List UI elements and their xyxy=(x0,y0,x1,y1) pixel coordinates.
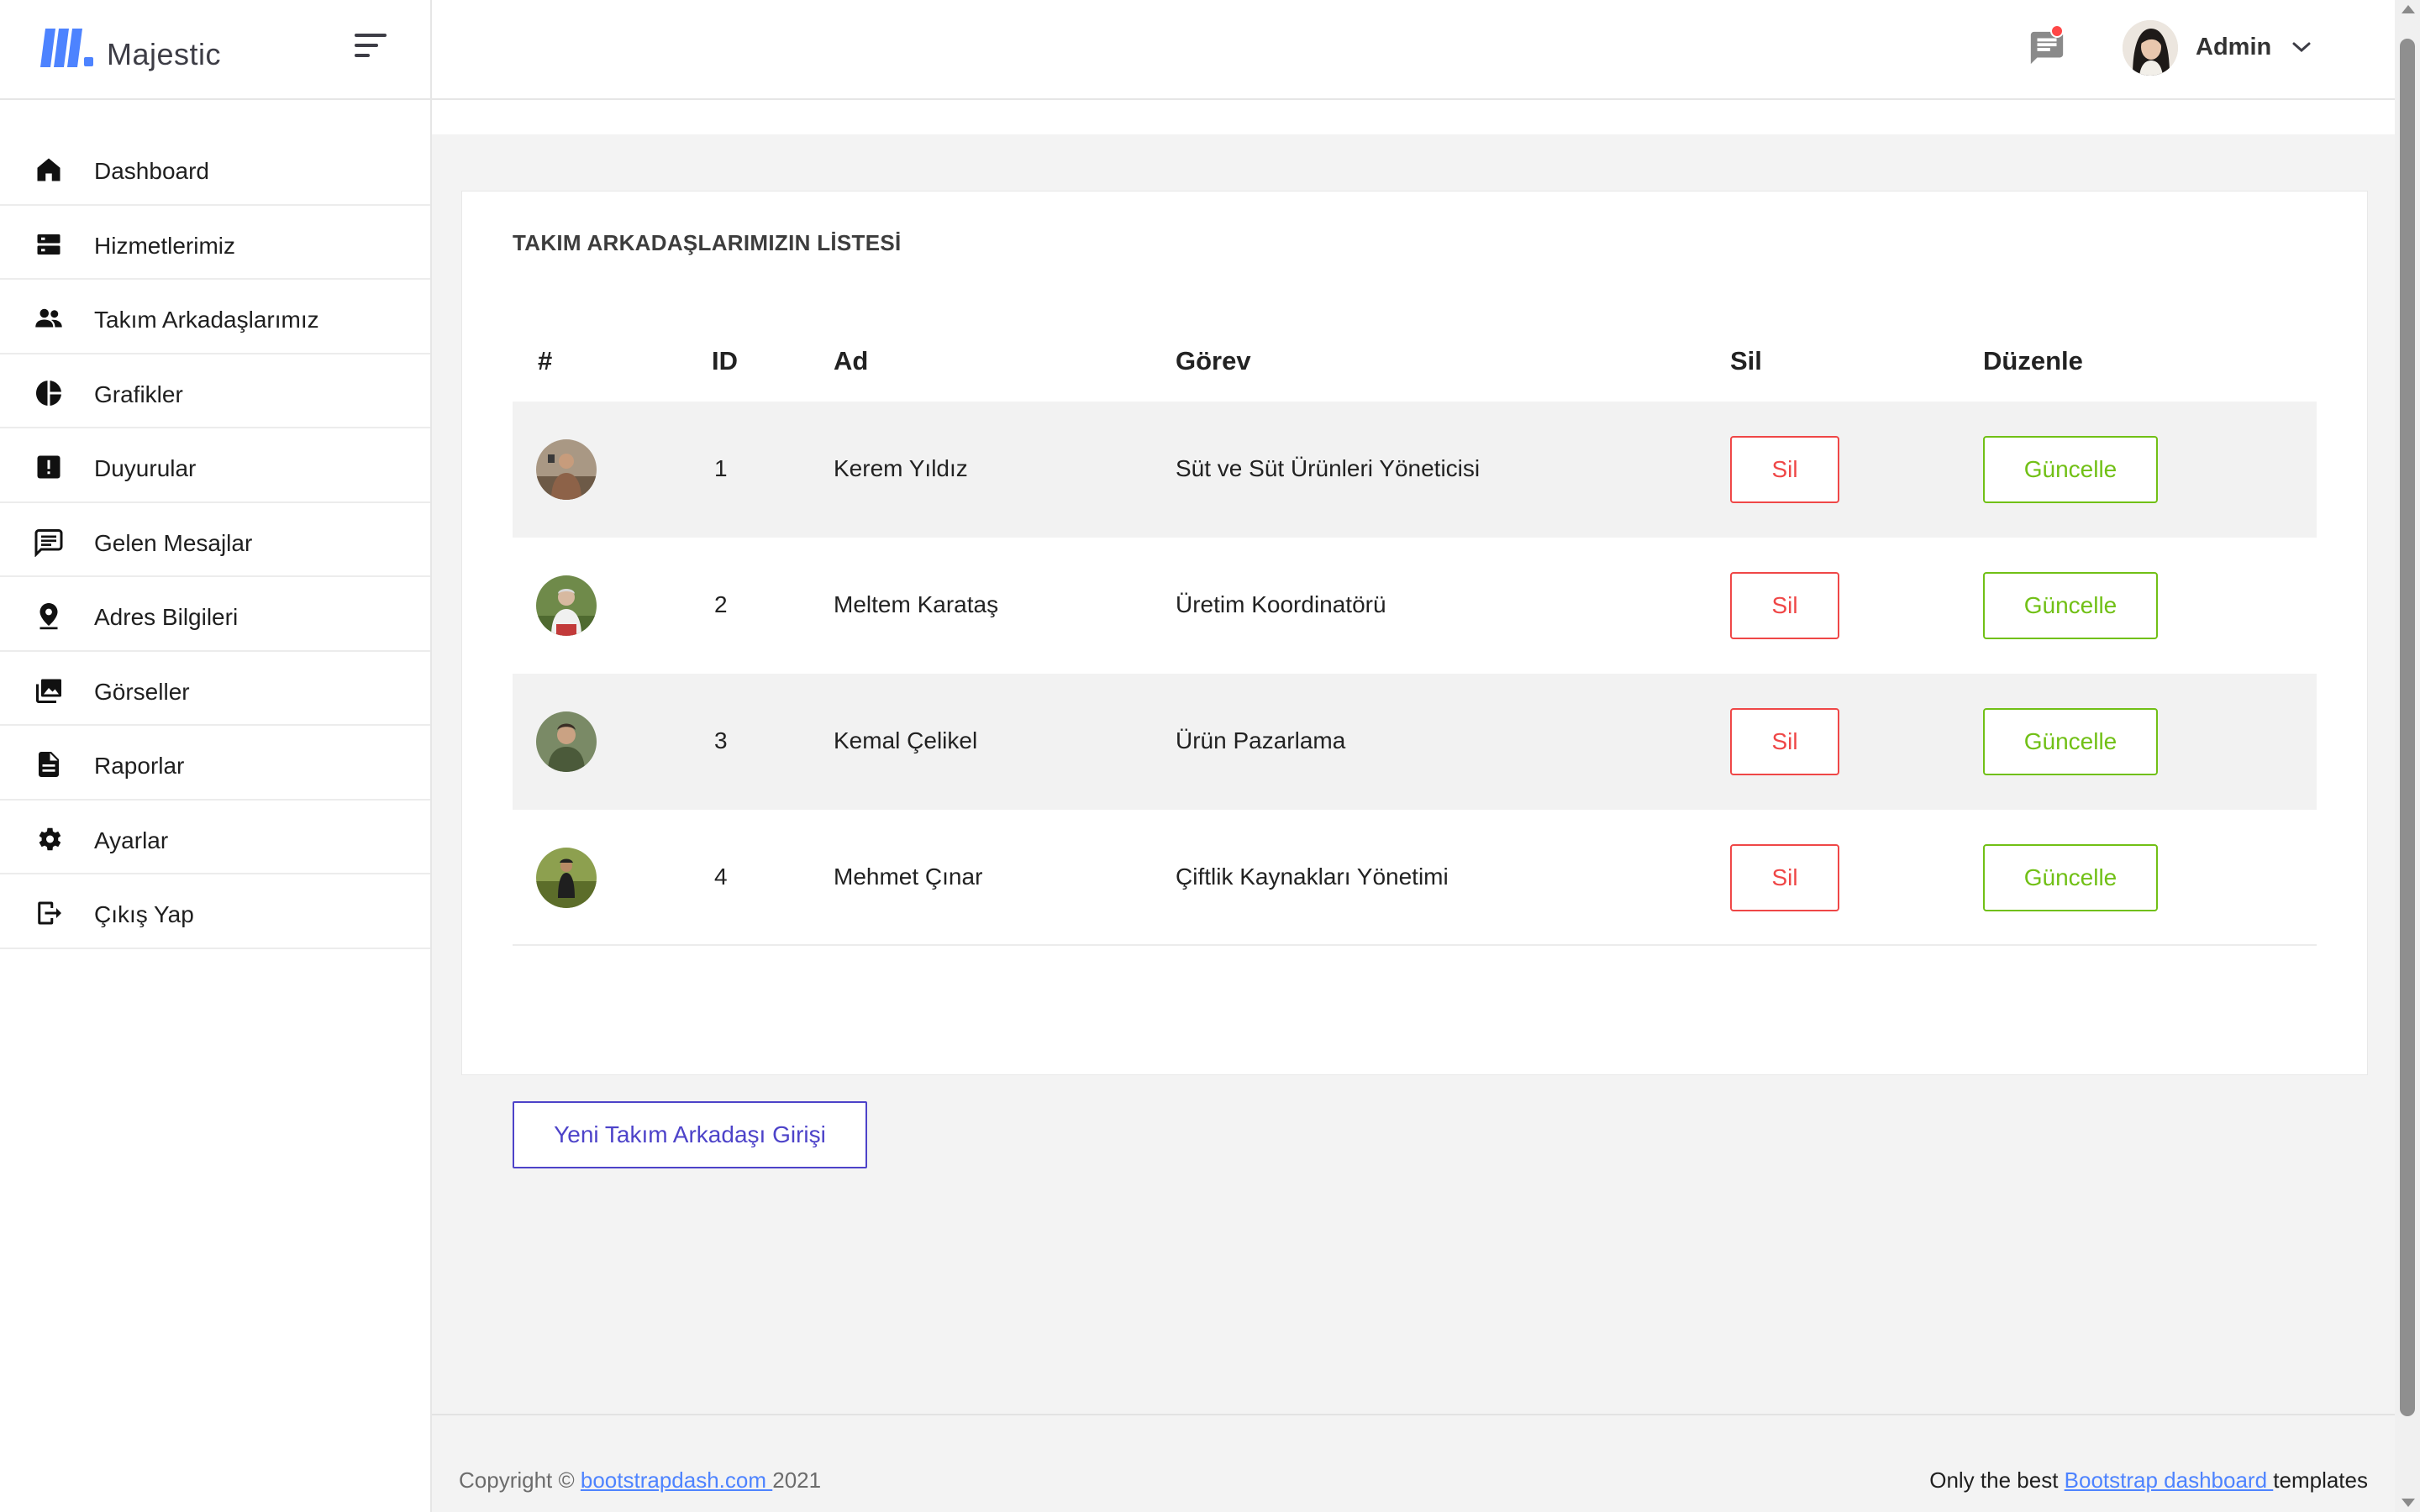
delete-button[interactable]: Sil xyxy=(1730,572,1839,639)
member-photo xyxy=(536,439,597,500)
member-id: 3 xyxy=(714,727,728,753)
table-row: 4 Mehmet Çınar Çiftlik Kaynakları Yöneti… xyxy=(513,810,2317,946)
chevron-down-icon[interactable] xyxy=(2291,39,2312,55)
member-photo xyxy=(536,711,597,772)
member-role: Çiftlik Kaynakları Yönetimi xyxy=(1176,864,1449,890)
delete-button[interactable]: Sil xyxy=(1730,708,1839,775)
sidebar: Dashboard Hizmetlerimiz Takım Arkadaşlar… xyxy=(0,100,432,1512)
message-icon xyxy=(34,528,63,557)
page-scrollbar[interactable] xyxy=(2395,0,2420,1512)
member-id: 1 xyxy=(714,455,728,481)
member-name: Meltem Karataş xyxy=(834,591,999,617)
notification-dot xyxy=(2050,24,2064,38)
member-name: Kemal Çelikel xyxy=(834,727,978,753)
member-id: 2 xyxy=(714,591,728,617)
update-button[interactable]: Güncelle xyxy=(1983,572,2158,639)
avatar[interactable] xyxy=(2123,20,2178,76)
card-title: TAKIM ARKADAŞLARIMIZIN LİSTESİ xyxy=(513,230,902,255)
sidebar-item-ayarlar[interactable]: Ayarlar xyxy=(0,801,430,874)
header-name: Ad xyxy=(834,346,869,375)
header-delete: Sil xyxy=(1730,346,1762,375)
main-content: TAKIM ARKADAŞLARIMIZIN LİSTESİ # ID Ad G… xyxy=(432,134,2395,1512)
people-icon xyxy=(35,308,62,328)
sidebar-item-dashboard[interactable]: Dashboard xyxy=(0,131,430,206)
gear-icon xyxy=(39,827,61,850)
member-photo xyxy=(536,575,597,636)
header-role: Görev xyxy=(1176,346,1251,375)
sidebar-item-label: Gelen Mesajlar xyxy=(94,529,253,556)
sidebar-item-label: Hizmetlerimiz xyxy=(94,232,235,259)
header-id: ID xyxy=(712,346,738,375)
sidebar-item-cikis[interactable]: Çıkış Yap xyxy=(0,874,430,949)
alert-icon xyxy=(37,455,60,479)
member-role: Süt ve Süt Ürünleri Yöneticisi xyxy=(1176,455,1481,481)
sidebar-item-adres[interactable]: Adres Bilgileri xyxy=(0,577,430,652)
home-icon xyxy=(37,158,60,181)
scroll-up-arrow-icon[interactable] xyxy=(2402,5,2415,13)
bootstrap-dashboard-link[interactable]: Bootstrap dashboard xyxy=(2065,1467,2274,1493)
sidebar-item-label: Dashboard xyxy=(94,158,209,184)
sidebar-toggle-button[interactable] xyxy=(355,34,390,60)
sidebar-item-label: Takım Arkadaşlarımız xyxy=(94,307,319,333)
copyright-prefix: Copyright © xyxy=(459,1467,581,1493)
table-header: # ID Ad Görev Sil Düzenle xyxy=(513,301,2317,402)
pie-chart-icon xyxy=(36,380,61,406)
add-team-member-button[interactable]: Yeni Takım Arkadaşı Girişi xyxy=(513,1101,867,1168)
footer-tagline: Only the best Bootstrap dashboard templa… xyxy=(1929,1467,2368,1494)
header-edit: Düzenle xyxy=(1983,346,2083,375)
team-table: # ID Ad Görev Sil Düzenle 1 Kerem Yıldız… xyxy=(513,301,2317,946)
server-icon xyxy=(37,234,60,255)
tagline-suffix: templates xyxy=(2273,1467,2368,1493)
sidebar-item-label: Duyurular xyxy=(94,455,197,481)
brand-area: Majestic xyxy=(0,0,432,100)
table-row: 2 Meltem Karataş Üretim Koordinatörü Sil… xyxy=(513,538,2317,674)
sidebar-item-label: Grafikler xyxy=(94,381,183,407)
images-icon xyxy=(36,679,61,703)
copyright-year: 2021 xyxy=(772,1467,822,1493)
member-id: 4 xyxy=(714,864,728,890)
member-name: Mehmet Çınar xyxy=(834,864,983,890)
sidebar-item-gelen-mesajlar[interactable]: Gelen Mesajlar xyxy=(0,503,430,577)
location-pin-icon xyxy=(39,603,58,630)
sidebar-item-raporlar[interactable]: Raporlar xyxy=(0,726,430,801)
sidebar-item-label: Adres Bilgileri xyxy=(94,604,239,630)
scrollbar-thumb[interactable] xyxy=(2400,39,2415,1416)
brand-name[interactable]: Majestic xyxy=(107,37,221,72)
sidebar-item-duyurular[interactable]: Duyurular xyxy=(0,428,430,503)
member-role: Ürün Pazarlama xyxy=(1176,727,1346,753)
profile-name[interactable]: Admin xyxy=(2196,34,2271,61)
member-photo xyxy=(536,848,597,908)
update-button[interactable]: Güncelle xyxy=(1983,844,2158,911)
logo-icon[interactable] xyxy=(37,25,97,69)
header-hash: # xyxy=(538,346,553,375)
bootstrapdash-link[interactable]: bootstrapdash.com xyxy=(581,1467,772,1493)
delete-button[interactable]: Sil xyxy=(1730,436,1839,503)
table-row: 1 Kerem Yıldız Süt ve Süt Ürünleri Yönet… xyxy=(513,402,2317,538)
footer: Copyright © bootstrapdash.com 2021 Only … xyxy=(432,1414,2395,1512)
sidebar-item-label: Ayarlar xyxy=(94,827,169,853)
update-button[interactable]: Güncelle xyxy=(1983,708,2158,775)
copyright-text: Copyright © bootstrapdash.com 2021 xyxy=(459,1467,821,1494)
tagline-prefix: Only the best xyxy=(1929,1467,2065,1493)
top-navbar: Majestic Admin xyxy=(0,0,2395,100)
sidebar-item-label: Çıkış Yap xyxy=(94,901,194,927)
sidebar-item-takim[interactable]: Takım Arkadaşlarımız xyxy=(0,280,430,354)
update-button[interactable]: Güncelle xyxy=(1983,436,2158,503)
member-name: Kerem Yıldız xyxy=(834,455,968,481)
sidebar-item-label: Raporlar xyxy=(94,753,185,779)
sidebar-item-hizmetlerimiz[interactable]: Hizmetlerimiz xyxy=(0,206,430,280)
sidebar-item-gorseller[interactable]: Görseller xyxy=(0,652,430,726)
member-role: Üretim Koordinatörü xyxy=(1176,591,1386,617)
table-row: 3 Kemal Çelikel Ürün Pazarlama Sil Günce… xyxy=(513,674,2317,810)
scroll-down-arrow-icon[interactable] xyxy=(2402,1499,2415,1507)
delete-button[interactable]: Sil xyxy=(1730,844,1839,911)
team-list-card: TAKIM ARKADAŞLARIMIZIN LİSTESİ # ID Ad G… xyxy=(461,191,2368,1168)
document-icon xyxy=(39,752,59,777)
logout-icon xyxy=(38,901,61,925)
sidebar-item-label: Görseller xyxy=(94,678,190,705)
sidebar-item-grafikler[interactable]: Grafikler xyxy=(0,354,430,428)
